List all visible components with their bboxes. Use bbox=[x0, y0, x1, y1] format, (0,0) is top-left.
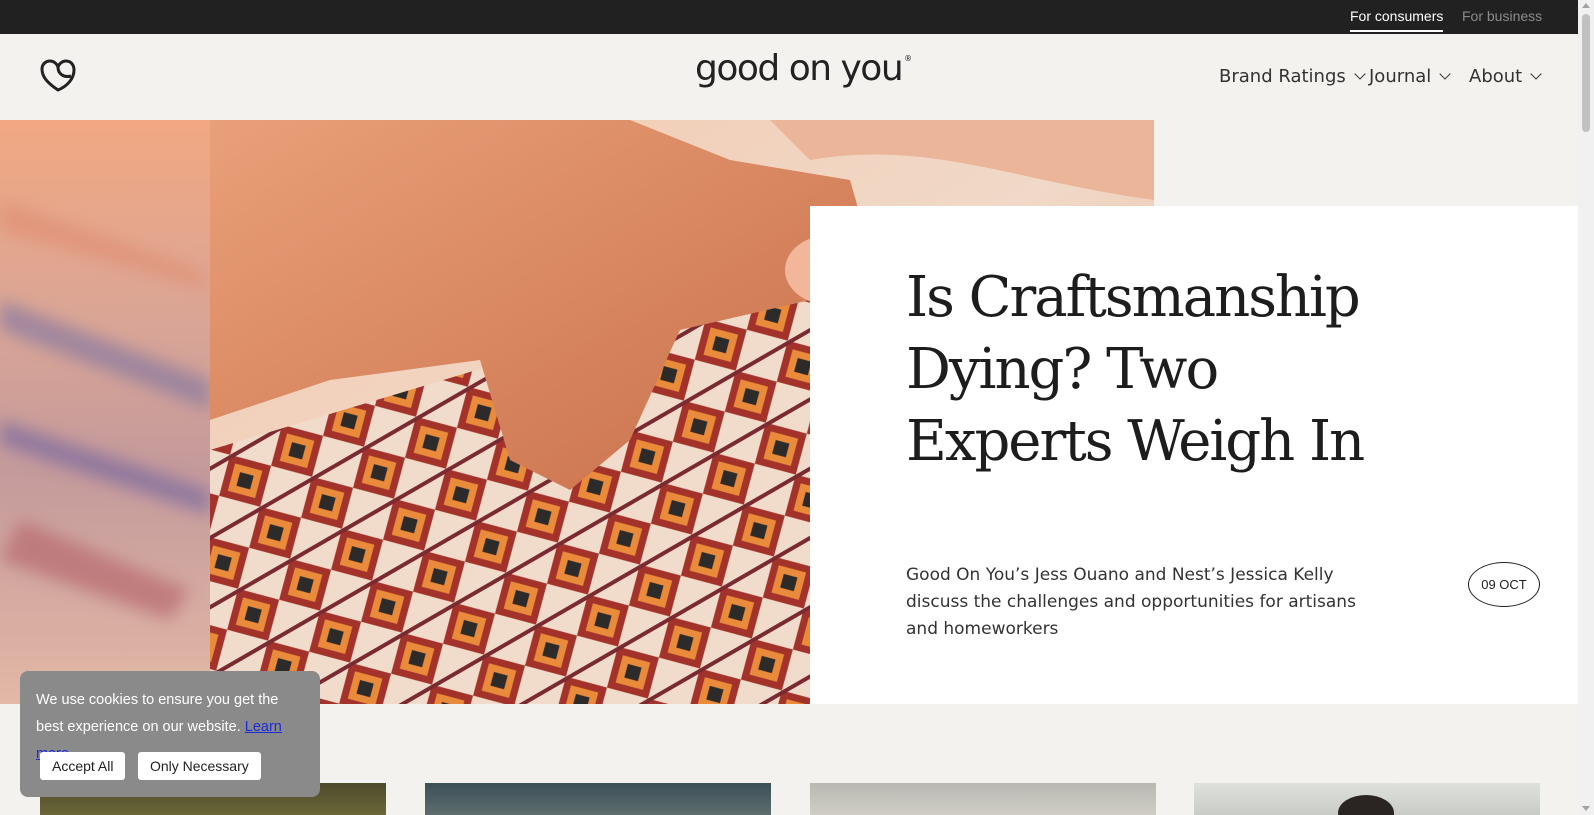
page: For consumers For business good on you ® … bbox=[0, 0, 1594, 815]
scroll-down-arrow-icon[interactable] bbox=[1582, 806, 1590, 811]
nav-journal-label: Journal bbox=[1369, 66, 1432, 87]
page-scrollbar[interactable] bbox=[1578, 0, 1594, 815]
article-thumbnail[interactable] bbox=[1194, 783, 1540, 815]
nav-brand-ratings-label: Brand Ratings bbox=[1219, 66, 1346, 87]
chevron-down-icon bbox=[1354, 68, 1366, 80]
hero-article-card[interactable]: Is Craftsmanship Dying? Two Experts Weig… bbox=[810, 206, 1578, 704]
article-thumbnail[interactable] bbox=[810, 783, 1156, 815]
hero-description: Good On You’s Jess Ouano and Nest’s Jess… bbox=[906, 565, 1356, 639]
registered-mark: ® bbox=[904, 54, 912, 63]
chevron-down-icon bbox=[1439, 68, 1451, 80]
audience-switcher-bar: For consumers For business bbox=[0, 0, 1578, 34]
nav-brand-ratings[interactable]: Brand Ratings bbox=[1219, 66, 1366, 87]
accept-all-button[interactable]: Accept All bbox=[40, 752, 126, 780]
chevron-down-icon bbox=[1530, 68, 1542, 80]
scroll-up-arrow-icon[interactable] bbox=[1582, 3, 1590, 8]
article-thumbnail[interactable] bbox=[425, 783, 771, 815]
cookie-message-text: We use cookies to ensure you get the bes… bbox=[36, 692, 279, 735]
scroll-thumb[interactable] bbox=[1582, 14, 1590, 132]
cookie-banner: We use cookies to ensure you get the bes… bbox=[20, 671, 320, 797]
only-necessary-button[interactable]: Only Necessary bbox=[137, 752, 261, 780]
for-consumers-link[interactable]: For consumers bbox=[1350, 8, 1444, 32]
nav-about[interactable]: About bbox=[1469, 66, 1542, 87]
heart-logo-icon[interactable] bbox=[38, 56, 78, 96]
for-business-link[interactable]: For business bbox=[1462, 8, 1542, 24]
date-badge: 09 OCT bbox=[1468, 562, 1540, 607]
hero-image-blurred bbox=[0, 120, 210, 704]
hero-title[interactable]: Is Craftsmanship Dying? Two Experts Weig… bbox=[906, 262, 1426, 478]
brand-name: good on you bbox=[695, 48, 904, 89]
cookie-actions: Accept All Only Necessary bbox=[40, 752, 269, 780]
site-header: good on you ® Brand Ratings Journal About bbox=[0, 34, 1578, 120]
brand-wordmark[interactable]: good on you ® bbox=[695, 48, 912, 89]
nav-journal[interactable]: Journal bbox=[1369, 66, 1451, 87]
nav-about-label: About bbox=[1469, 66, 1523, 87]
